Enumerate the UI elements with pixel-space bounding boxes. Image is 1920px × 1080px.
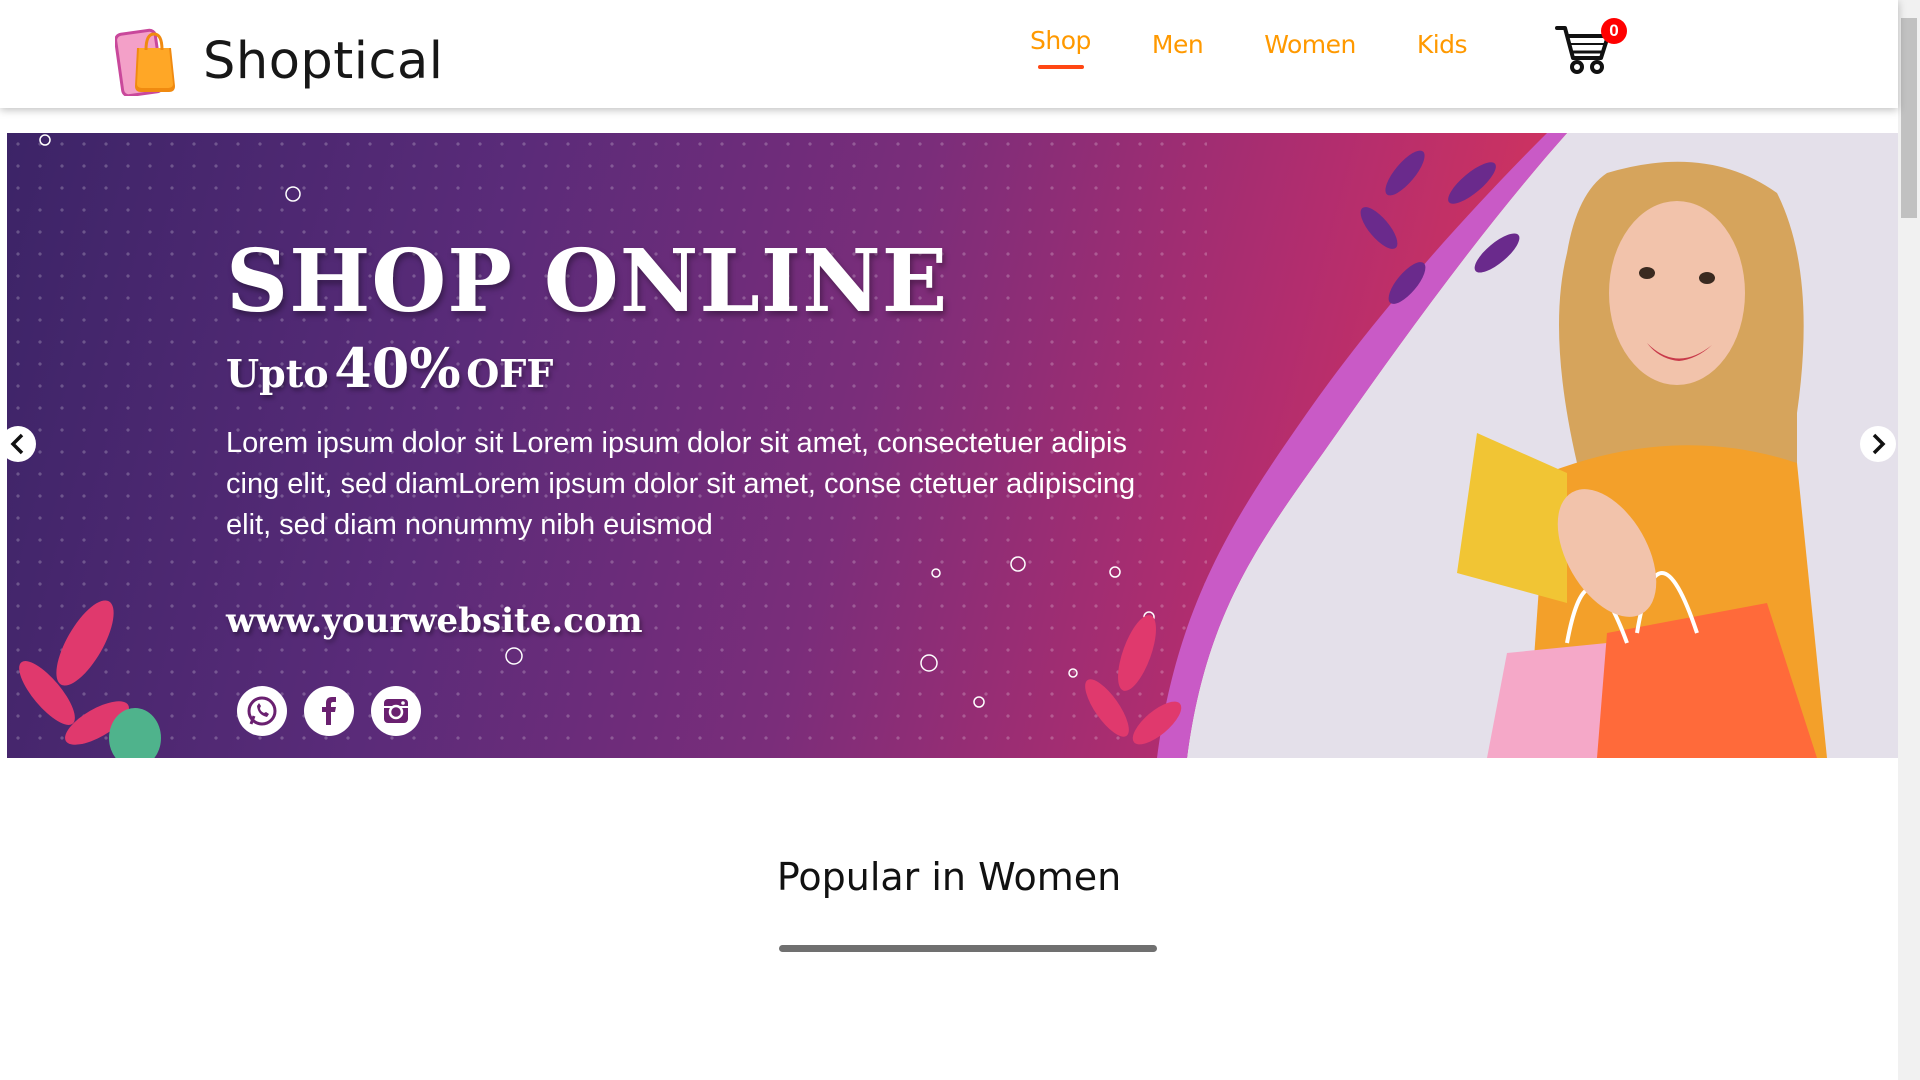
scrollbar-thumb[interactable] — [1901, 18, 1917, 218]
whatsapp-icon[interactable] — [237, 686, 287, 736]
brand[interactable]: Shoptical — [114, 26, 444, 98]
cart-button[interactable]: 0 — [1555, 18, 1627, 76]
instagram-icon[interactable] — [371, 686, 421, 736]
nav-women[interactable]: Women — [1264, 30, 1356, 73]
social-links — [237, 686, 438, 736]
shopping-bag-phone-icon — [114, 26, 181, 98]
chevron-right-icon — [1872, 433, 1886, 455]
hero-website-url: www.yourwebsite.com — [226, 601, 643, 641]
navbar: Shoptical Shop Men Women Kids 0 — [0, 0, 1898, 108]
nav-kids[interactable]: Kids — [1417, 30, 1468, 73]
main-nav: Shop Men Women Kids — [1030, 26, 1528, 73]
page-scrollbar[interactable] — [1898, 0, 1920, 1080]
cart-count-badge: 0 — [1601, 18, 1627, 44]
chevron-left-icon — [10, 433, 24, 455]
carousel-next-button[interactable] — [1860, 426, 1896, 462]
brand-name: Shoptical — [203, 31, 444, 91]
nav-shop[interactable]: Shop — [1030, 26, 1091, 69]
section-divider — [779, 945, 1157, 952]
facebook-icon[interactable] — [304, 686, 354, 736]
carousel-prev-button[interactable] — [0, 426, 36, 462]
section-title: Popular in Women — [776, 855, 1122, 899]
nav-men[interactable]: Men — [1152, 30, 1204, 73]
hero-body-text: Lorem ipsum dolor sit Lorem ipsum dolor … — [226, 427, 1136, 541]
hero-subtitle: Upto 40% OFF — [226, 336, 553, 400]
hero-subtitle-suffix: OFF — [466, 351, 554, 396]
hero-subtitle-prefix: Upto — [226, 351, 329, 396]
hero-subtitle-percent: 40% — [334, 336, 461, 400]
hero-banner: SHOP ONLINE Upto 40% OFF Lorem ipsum dol… — [7, 133, 1898, 758]
hero-title: SHOP ONLINE — [226, 231, 949, 332]
